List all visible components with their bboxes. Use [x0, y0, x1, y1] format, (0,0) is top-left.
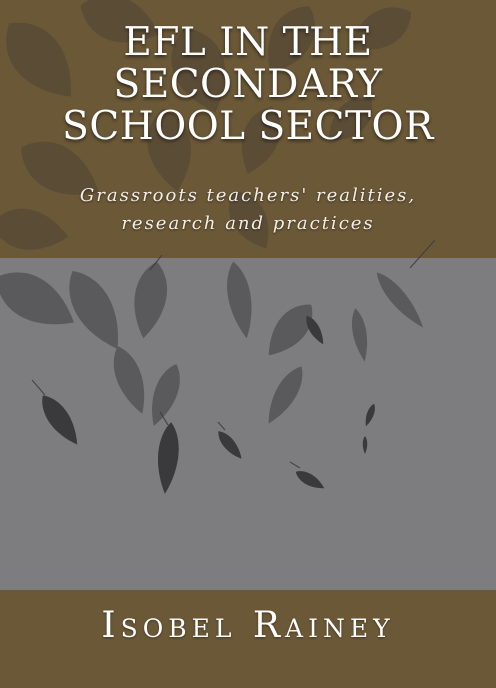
book-subtitle-line-1: Grassroots teachers' realities,: [79, 185, 417, 206]
book-cover: EFL IN THE SECONDARY SCHOOL SECTOR Grass…: [0, 0, 496, 688]
book-title-line-3: SCHOOL SECTOR: [62, 104, 434, 149]
book-subtitle-line-2: research and practices: [121, 213, 375, 234]
book-subtitle: Grassroots teachers' realities, research…: [0, 182, 496, 238]
book-title: EFL IN THE SECONDARY SCHOOL SECTOR: [0, 22, 496, 148]
book-title-line-1: EFL IN THE: [123, 20, 373, 65]
book-author: Isobel Rainey: [101, 605, 395, 646]
book-title-line-2: SECONDARY: [113, 62, 383, 107]
